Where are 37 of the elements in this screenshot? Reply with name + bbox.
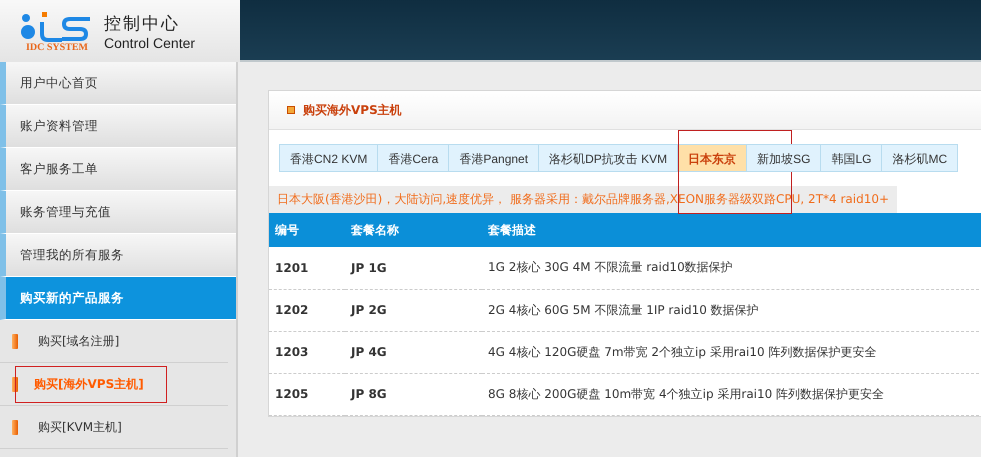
header-title: 控制中心 (104, 12, 181, 34)
sidebar-item[interactable]: 用户中心首页 (6, 62, 236, 104)
tab[interactable]: 洛杉矶MC (882, 144, 958, 172)
logo-text: IDC SYSTEM (26, 42, 88, 52)
bar-icon (12, 334, 18, 348)
table-cell: 1205 (269, 373, 345, 415)
table-cell: 1203 (269, 331, 345, 373)
panel-title: 购买海外VPS主机 (303, 102, 402, 118)
table-cell: JP 2G (345, 289, 482, 331)
table-cell: 1201 (269, 247, 345, 289)
table-cell: 2G 4核心 60G 5M 不限流量 1IP raid10 数据保护 (482, 289, 981, 331)
table-cell: JP 1G (345, 247, 482, 289)
tab[interactable]: 香港Cera (378, 144, 450, 172)
sidebar-item[interactable]: 购买[域名注册] (34, 324, 124, 358)
bar-icon (12, 420, 18, 434)
square-bullet-icon (287, 106, 295, 114)
table-cell: JP 4G (345, 331, 482, 373)
tab[interactable]: 香港CN2 KVM (279, 144, 378, 172)
table-cell: 8G 8核心 200G硬盘 10m带宽 4个独立ip 采用rai10 阵列数据保护更安全 (482, 373, 981, 415)
sidebar-item[interactable]: 购买[KVM主机] (34, 410, 126, 444)
table-cell: 4G 4核心 120G硬盘 7m带宽 2个独立ip 采用rai10 阵列数据保护更安全 (482, 331, 981, 373)
table-cell: JP 8G (345, 373, 482, 415)
tab[interactable]: 韩国LG (821, 144, 882, 172)
column-header: 编号 (269, 213, 345, 247)
header-subtitle: Control Center (104, 34, 196, 50)
column-header: 套餐描述 (482, 213, 981, 247)
sidebar-item[interactable]: 管理我的所有服务 (6, 234, 236, 276)
table-cell: 1G 2核心 30G 4M 不限流量 raid10数据保护 (482, 247, 981, 289)
sidebar-item[interactable]: 客户服务工单 (6, 148, 236, 190)
table-cell: 1202 (269, 289, 345, 331)
sidebar-item[interactable]: 账务管理与充值 (6, 191, 236, 233)
tab[interactable]: 洛杉矶DP抗攻击 KVM (539, 144, 678, 172)
tab[interactable]: 日本东京 (678, 144, 748, 172)
sidebar-item[interactable]: 账户资料管理 (6, 105, 236, 147)
tab[interactable]: 新加坡SG (747, 144, 822, 172)
tab[interactable]: 香港Pangnet (449, 144, 540, 172)
column-header: 套餐名称 (345, 213, 482, 247)
